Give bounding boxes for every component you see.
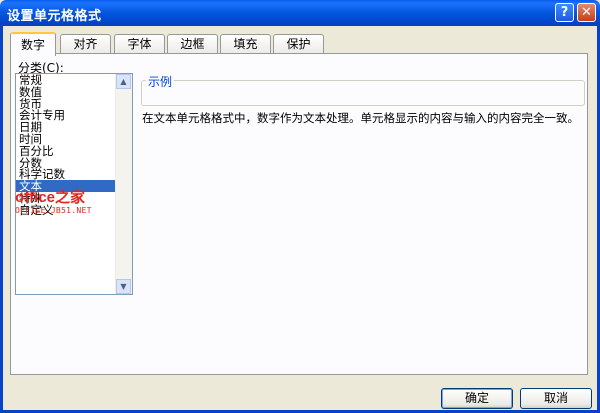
- tab-fill[interactable]: 填充: [220, 34, 271, 53]
- category-item-general[interactable]: 常规: [16, 74, 117, 86]
- watermark-sub-text: OFFICE.JB51.NET: [15, 206, 92, 215]
- ok-button[interactable]: 确定: [441, 388, 513, 409]
- category-listbox[interactable]: 常规 数值 货币 会计专用 日期 时间 百分比 分数 科学记数 文本 特殊 自定…: [15, 73, 133, 295]
- category-scrollbar[interactable]: ▲ ▼: [115, 74, 132, 294]
- dialog-title: 设置单元格格式: [7, 9, 102, 24]
- sample-legend: 示例: [146, 73, 175, 90]
- tab-border[interactable]: 边框: [167, 34, 218, 53]
- tab-alignment[interactable]: 对齐: [60, 34, 111, 53]
- watermark-main-text: office之家: [15, 189, 86, 206]
- category-item-accounting[interactable]: 会计专用: [16, 109, 117, 121]
- watermark-logo: office之家 OFFICE.JB51.NET: [15, 189, 92, 216]
- cancel-button[interactable]: 取消: [520, 388, 592, 409]
- window-frame-left: [0, 26, 3, 413]
- scroll-down-icon[interactable]: ▼: [116, 279, 131, 294]
- tab-protection[interactable]: 保护: [273, 34, 324, 53]
- category-item-fraction[interactable]: 分数: [16, 157, 117, 169]
- close-button[interactable]: ✕: [577, 3, 596, 22]
- title-bar[interactable]: 设置单元格格式 ? ✕: [0, 0, 600, 26]
- category-item-currency[interactable]: 货币: [16, 98, 117, 110]
- category-item-time[interactable]: 时间: [16, 133, 117, 145]
- sample-groupbox: [141, 80, 585, 106]
- help-button[interactable]: ?: [555, 3, 574, 22]
- category-item-percentage[interactable]: 百分比: [16, 145, 117, 157]
- category-item-date[interactable]: 日期: [16, 121, 117, 133]
- scroll-up-icon[interactable]: ▲: [116, 74, 131, 89]
- format-description: 在文本单元格格式中，数字作为文本处理。单元格显示的内容与输入的内容完全一致。: [142, 111, 579, 125]
- category-item-number[interactable]: 数值: [16, 86, 117, 98]
- category-item-scientific[interactable]: 科学记数: [16, 168, 117, 180]
- tab-font[interactable]: 字体: [114, 34, 165, 53]
- tab-number[interactable]: 数字: [10, 32, 56, 56]
